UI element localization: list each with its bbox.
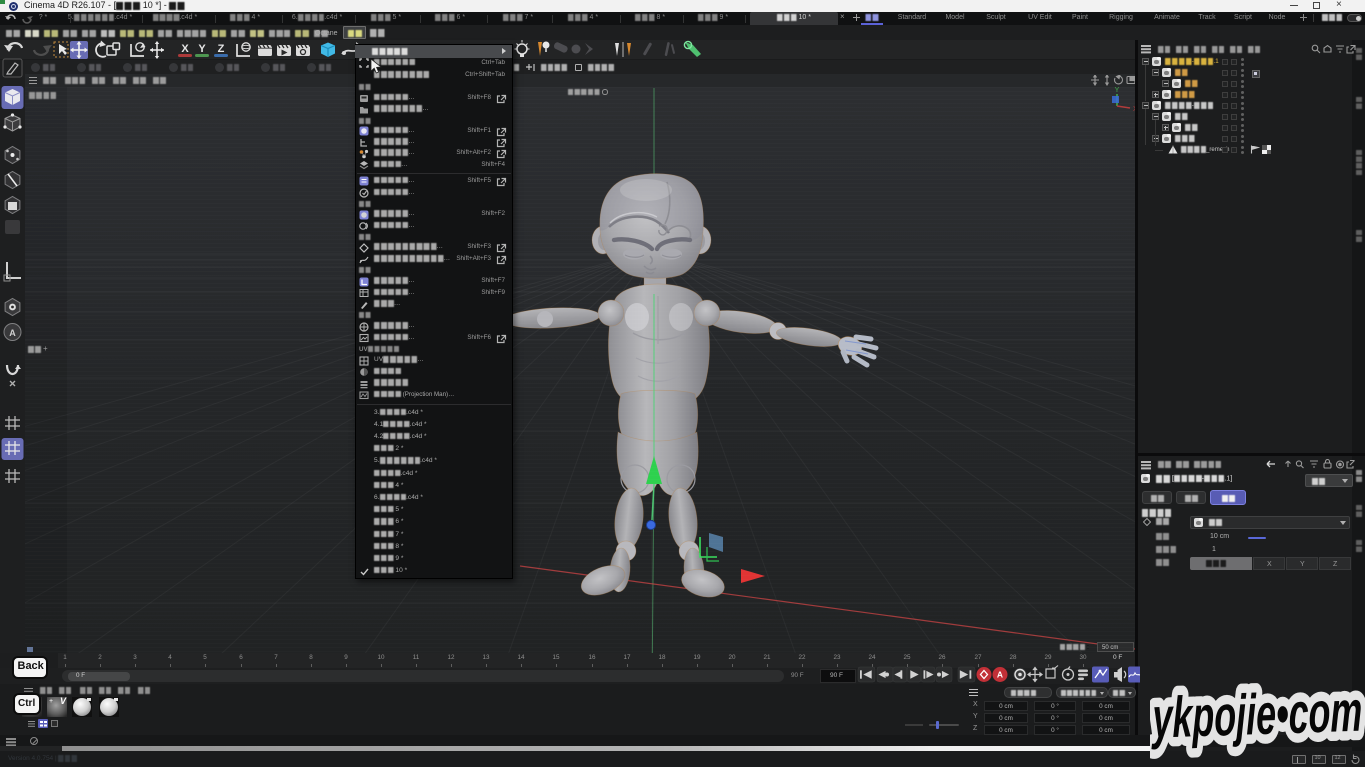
svg-text:X: X xyxy=(181,43,189,55)
svg-text:A: A xyxy=(997,670,1003,680)
svg-text:Y: Y xyxy=(198,43,206,55)
svg-text:Z: Z xyxy=(218,43,225,55)
svg-text:ykpojie•com: ykpojie•com xyxy=(1151,680,1363,751)
svg-text:A: A xyxy=(9,328,16,338)
